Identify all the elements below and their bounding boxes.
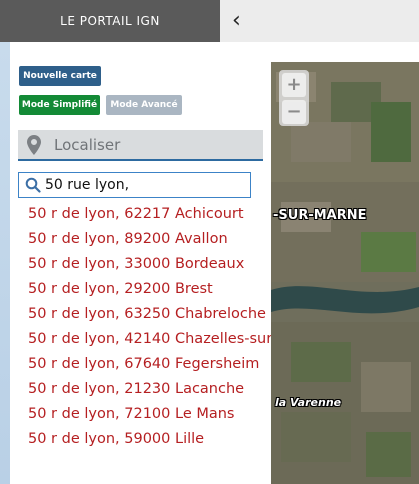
search-field[interactable] <box>18 172 251 198</box>
autocomplete-results: 50 r de lyon, 62217 Achicourt 50 r de ly… <box>18 202 280 452</box>
location-pin-icon <box>27 134 41 155</box>
portal-title-block: LE PORTAIL IGN <box>0 0 220 42</box>
panel-edge-strip <box>0 42 10 484</box>
new-map-button[interactable]: Nouvelle carte <box>19 66 101 86</box>
zoom-control: + − <box>279 70 309 126</box>
map-label-city: -SUR-MARNE <box>273 208 367 223</box>
result-item[interactable]: 50 r de lyon, 89200 Avallon <box>18 227 280 252</box>
collapse-panel-button[interactable]: ‹ <box>220 0 419 42</box>
zoom-out-button[interactable]: − <box>282 100 306 124</box>
map-label-district: la Varenne <box>275 396 342 409</box>
result-item[interactable]: 50 r de lyon, 59000 Lille <box>18 427 280 452</box>
aerial-map[interactable]: + − -SUR-MARNE la Varenne <box>271 62 419 484</box>
top-bar: LE PORTAIL IGN ‹ <box>0 0 419 42</box>
search-icon <box>25 177 41 193</box>
result-item[interactable]: 50 r de lyon, 63250 Chabreloche <box>18 302 280 327</box>
portal-title: LE PORTAIL IGN <box>60 14 160 28</box>
mode-advanced-button[interactable]: Mode Avancé <box>106 95 182 115</box>
result-item[interactable]: 50 r de lyon, 72100 Le Mans <box>18 402 280 427</box>
search-input[interactable] <box>45 177 245 193</box>
result-item[interactable]: 50 r de lyon, 33000 Bordeaux <box>18 252 280 277</box>
result-item[interactable]: 50 r de lyon, 21230 Lacanche <box>18 377 280 402</box>
chevron-left-icon: ‹ <box>232 8 241 33</box>
localiser-label: Localiser <box>54 135 121 154</box>
zoom-in-button[interactable]: + <box>282 73 306 97</box>
result-item[interactable]: 50 r de lyon, 62217 Achicourt <box>18 202 280 227</box>
mode-simple-button[interactable]: Mode Simplifié <box>19 95 100 115</box>
side-panel: Nouvelle carte Mode Simplifié Mode Avanc… <box>10 42 280 484</box>
result-item[interactable]: 50 r de lyon, 67640 Fegersheim <box>18 352 280 377</box>
result-item[interactable]: 50 r de lyon, 42140 Chazelles-sur-Lyon <box>18 327 280 352</box>
result-item[interactable]: 50 r de lyon, 29200 Brest <box>18 277 280 302</box>
localiser-header[interactable]: Localiser <box>18 130 263 161</box>
